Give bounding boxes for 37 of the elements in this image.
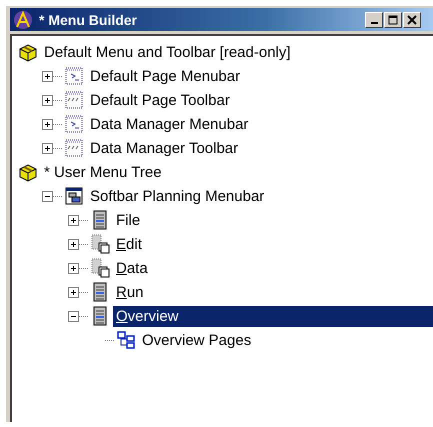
expand-icon[interactable] — [68, 286, 79, 298]
collapse-icon[interactable] — [42, 190, 53, 202]
tree-item[interactable]: Data — [113, 258, 151, 278]
tree-item[interactable]: Default Menu and Toolbar [read-only] — [41, 42, 294, 62]
tree-item[interactable]: Data Manager Menubar — [87, 114, 252, 134]
expand-icon[interactable] — [68, 238, 79, 250]
box-icon — [18, 42, 38, 62]
maximize-button[interactable] — [384, 12, 402, 28]
tree-item[interactable]: Default Page Menubar — [87, 66, 244, 86]
tree-item[interactable]: Edit — [113, 234, 145, 254]
tree-item[interactable]: Data Manager Toolbar — [87, 138, 242, 158]
expand-icon[interactable] — [68, 262, 79, 274]
hierarchy-icon — [116, 330, 136, 350]
minimize-button[interactable] — [365, 12, 383, 28]
close-button[interactable] — [403, 12, 421, 28]
submenu-icon — [90, 258, 110, 278]
expand-icon[interactable] — [42, 70, 53, 82]
expand-icon[interactable] — [68, 214, 79, 226]
tree-item[interactable]: File — [113, 210, 144, 230]
expand-icon[interactable] — [42, 142, 53, 154]
minimize-icon — [370, 22, 378, 24]
collapse-icon[interactable] — [68, 310, 79, 322]
window-title: * Menu Builder — [39, 12, 138, 28]
tree-item[interactable]: Default Page Toolbar — [87, 90, 233, 110]
submenu-icon — [90, 234, 110, 254]
expand-icon[interactable] — [42, 118, 53, 130]
tree-item[interactable]: Overview Pages — [139, 330, 254, 350]
expand-icon[interactable] — [42, 94, 53, 106]
menubar-icon — [64, 186, 84, 206]
tree-item[interactable]: * User Menu Tree — [41, 162, 165, 182]
tree-item[interactable]: Overview — [113, 306, 433, 326]
tree-item[interactable]: Run — [113, 282, 147, 302]
tree-item[interactable]: Softbar Planning Menubar — [87, 186, 268, 206]
maximize-icon — [388, 14, 398, 24]
app-logo-icon — [13, 10, 33, 30]
close-icon — [407, 14, 417, 24]
box-icon — [18, 162, 38, 182]
